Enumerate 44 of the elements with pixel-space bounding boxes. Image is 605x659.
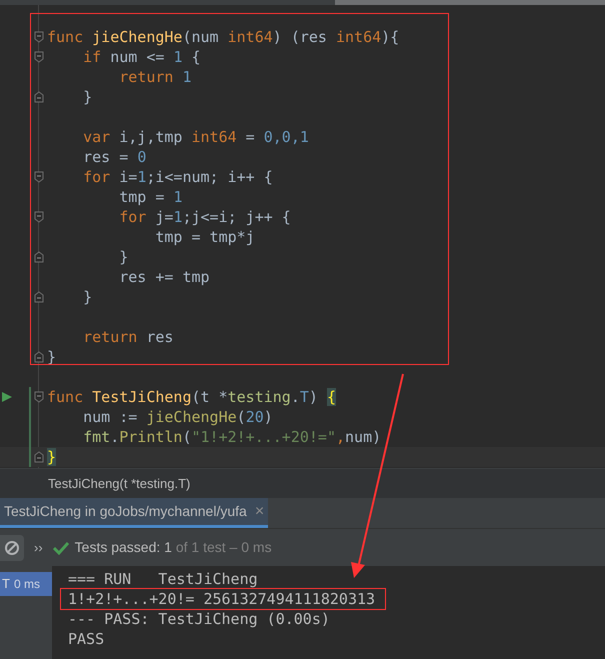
scrollbar-thumb[interactable] [335,0,605,5]
stop-button[interactable] [0,534,24,560]
expand-button[interactable]: ›› [30,538,47,558]
code-line: res = 0 [82,147,146,167]
code-line: fmt.Println("1!+2!+...+20!=",num) [82,427,382,447]
code-line: tmp = tmp*j [154,227,255,247]
code-line: res += tmp [118,267,210,287]
code-line: func TestJiCheng(t *testing.T) { [47,387,336,407]
fold-icon[interactable] [34,171,44,183]
fold-icon[interactable] [34,351,44,363]
breadcrumb[interactable]: TestJiCheng(t *testing.T) [48,474,190,494]
run-tab[interactable]: TestJiCheng in goJobs/mychannel/yufa × [0,498,268,528]
stop-icon [4,540,20,556]
code-line: } [82,87,92,107]
code-line: for i=1;i<=num; i++ { [82,167,273,187]
fold-icon[interactable] [34,391,44,403]
fold-icon[interactable] [34,211,44,223]
test-status: Tests passed: 1 of 1 test – 0 ms [74,538,272,557]
code-line: var i,j,tmp int64 = 0,0,1 [82,127,309,147]
test-tree-item[interactable]: T 0 ms [0,572,52,596]
fold-icon[interactable] [34,31,44,43]
code-line: if num <= 1 { [82,47,201,67]
check-icon [52,540,69,554]
console-line: --- PASS: TestJiCheng (0.00s) [68,609,330,629]
console-line: 1!+2!+...+20!= 2561327494111820313 [68,589,376,609]
fold-icon[interactable] [34,291,44,303]
fold-icon[interactable] [34,451,44,463]
code-line: } [47,347,56,367]
fold-icon[interactable] [34,51,44,63]
code-line: for j=1;j<=i; j++ { [118,207,291,227]
code-line: func jieChengHe(num int64) (res int64){ [47,27,400,47]
console-line: PASS [68,629,104,649]
fold-icon[interactable] [34,91,44,103]
code-line: tmp = 1 [118,187,182,207]
console-line: === RUN TestJiCheng [68,569,258,589]
code-line: } [82,287,92,307]
code-line: num := jieChengHe(20) [82,407,273,427]
code-line: return 1 [118,67,192,87]
code-line: } [118,247,128,267]
run-icon[interactable] [0,390,14,404]
tab-label: TestJiCheng in goJobs/mychannel/yufa [4,502,247,521]
fold-icon[interactable] [34,251,44,263]
code-line: return res [82,327,174,347]
close-tab-button[interactable]: × [254,500,264,524]
